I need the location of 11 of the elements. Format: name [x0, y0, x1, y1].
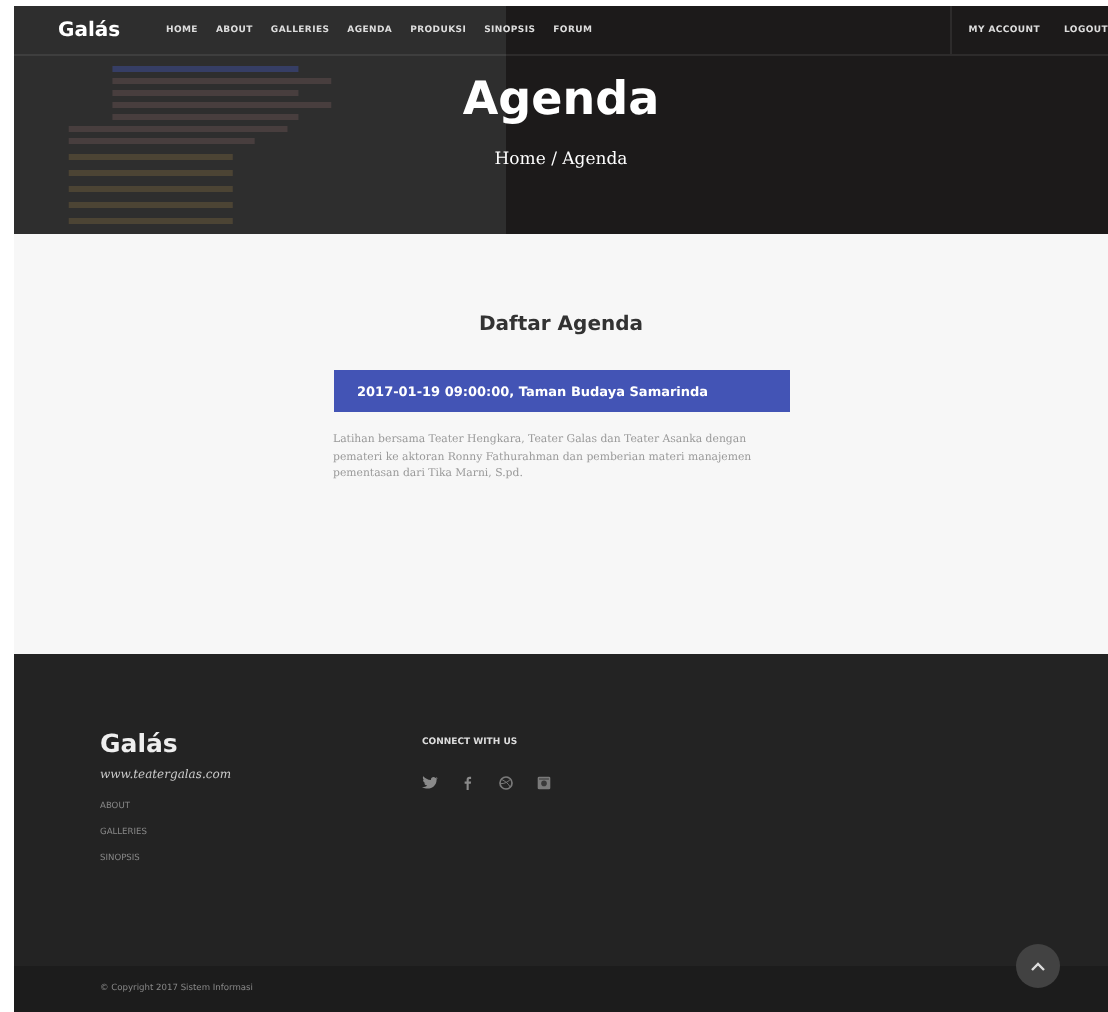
site-logo[interactable]: Galás [58, 19, 154, 41]
page-title: Agenda [462, 76, 660, 127]
dribbble-icon[interactable] [498, 776, 514, 790]
facebook-icon[interactable] [460, 776, 476, 790]
scroll-to-top-button[interactable] [1016, 944, 1060, 988]
footer-logo[interactable]: Galás [100, 728, 422, 758]
instagram-icon[interactable] [536, 776, 552, 790]
section-heading: Daftar Agenda [478, 314, 644, 336]
breadcrumb: Home / Agenda [494, 150, 628, 171]
chevron-up-icon [1030, 961, 1046, 971]
twitter-icon[interactable] [422, 776, 438, 790]
